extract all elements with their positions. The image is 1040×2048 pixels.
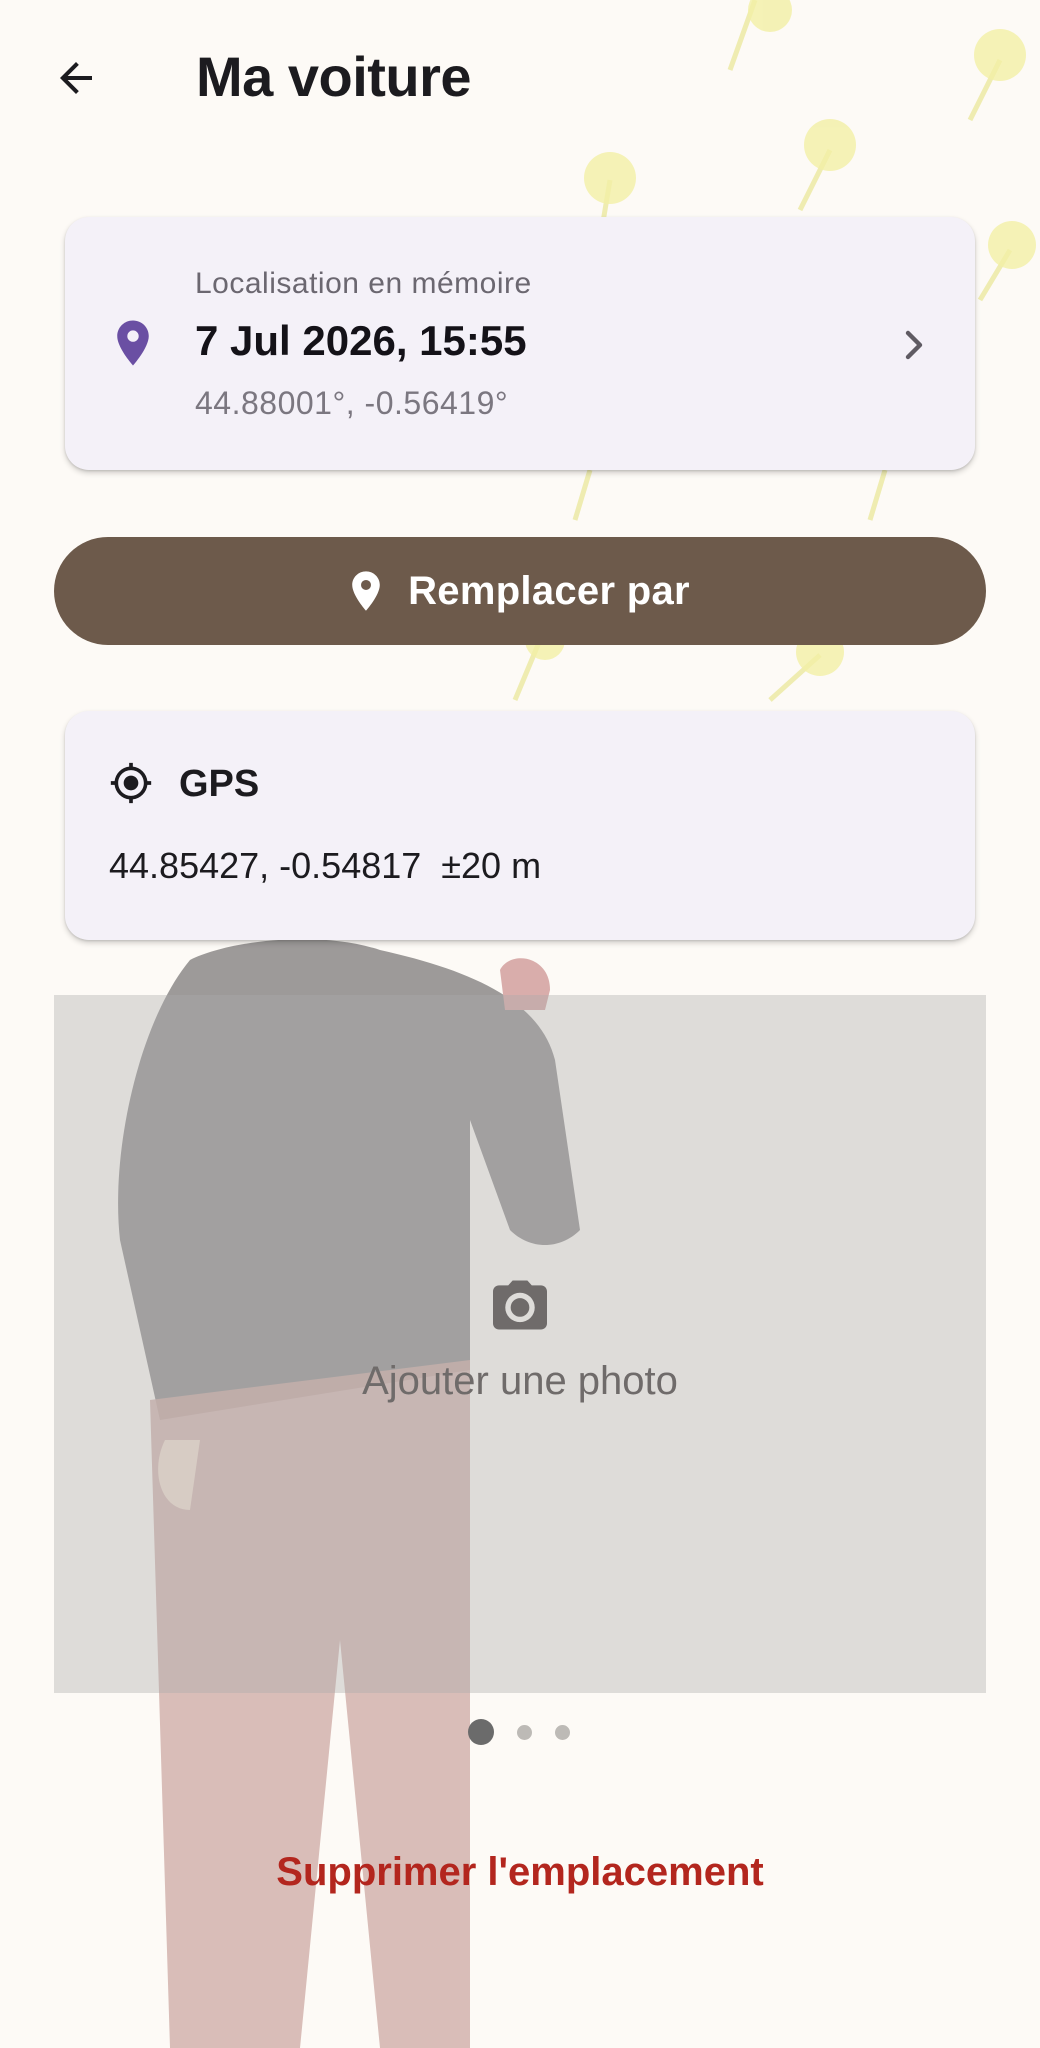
top-app-bar: Ma voiture [0, 0, 1040, 150]
add-photo-label: Ajouter une photo [362, 1359, 678, 1403]
page-dot[interactable] [517, 1725, 532, 1740]
delete-button-label: Supprimer l'emplacement [276, 1849, 764, 1894]
page-title: Ma voiture [196, 45, 472, 108]
camera-icon [493, 1280, 547, 1330]
gps-title: GPS [179, 763, 260, 805]
back-button[interactable] [40, 42, 112, 114]
arrow-back-icon [60, 62, 92, 94]
location-pin-icon [117, 320, 149, 366]
saved-location-card[interactable]: Localisation en mémoire 7 Jul 2026, 15:5… [65, 217, 975, 470]
gps-coordinates: 44.85427, -0.54817 ±20 m [109, 845, 542, 886]
photo-page-indicator [468, 1716, 588, 1746]
replace-button-label: Remplacer par [408, 568, 690, 613]
page-dot-active[interactable] [468, 1719, 494, 1745]
saved-location-coords: 44.88001°, -0.56419° [195, 385, 509, 421]
gps-fixed-icon [110, 762, 152, 804]
page-dot[interactable] [555, 1725, 570, 1740]
location-pin-icon [352, 571, 380, 611]
saved-location-label: Localisation en mémoire [195, 267, 532, 300]
gps-card: GPS 44.85427, -0.54817 ±20 m [65, 711, 975, 940]
chevron-right-icon [905, 330, 923, 360]
saved-location-datetime: 7 Jul 2026, 15:55 [195, 317, 527, 364]
delete-location-button[interactable]: Supprimer l'emplacement [220, 1842, 820, 1902]
replace-location-button[interactable]: Remplacer par [54, 537, 986, 645]
add-photo-area[interactable]: Ajouter une photo [54, 995, 986, 1693]
